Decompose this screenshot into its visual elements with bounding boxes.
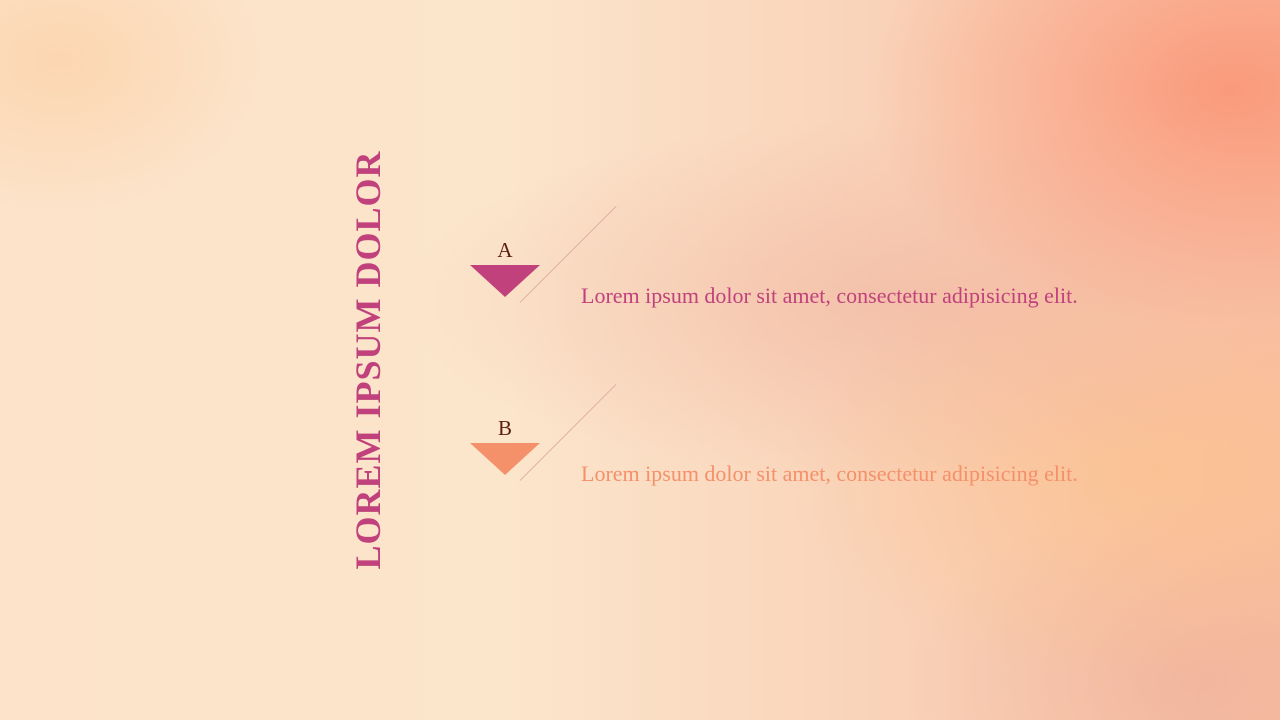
slide-title: LOREM IPSUM DOLOR [348,150,388,570]
item-b-text: Lorem ipsum dolor sit amet, consectetur … [581,461,1078,486]
title-container: LOREM IPSUM DOLOR [345,140,391,580]
item-a-text: Lorem ipsum dolor sit amet, consectetur … [581,283,1078,308]
slide: LOREM IPSUM DOLOR A Lorem ipsum dolor si… [0,0,1280,720]
item-b-letter: B [497,416,512,440]
item-a-letter: A [497,238,513,262]
